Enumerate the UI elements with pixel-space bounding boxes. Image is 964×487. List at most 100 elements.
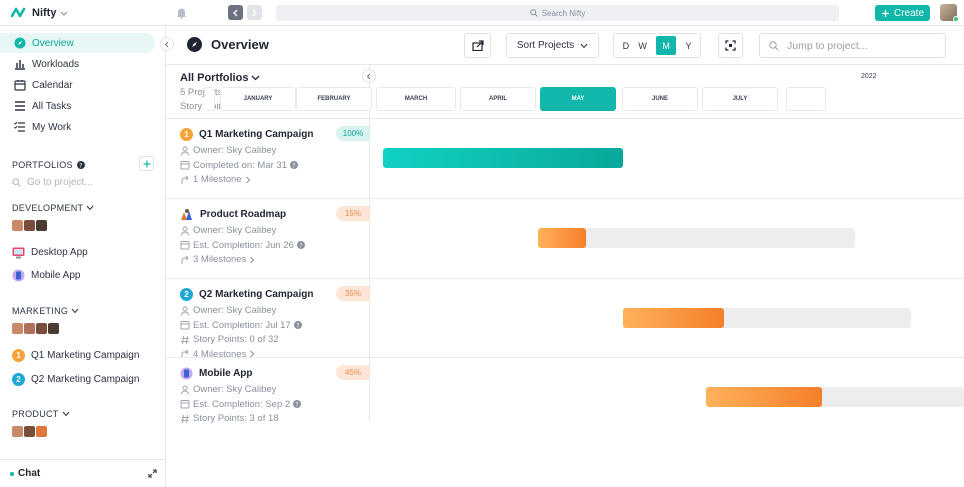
fullscreen-button[interactable] bbox=[718, 33, 743, 58]
month-next[interactable] bbox=[786, 87, 826, 111]
view-week-button[interactable]: W bbox=[638, 41, 647, 51]
project-q2-marketing-campaign[interactable]: 2 Q2 Marketing Campaign bbox=[12, 373, 139, 386]
avatar bbox=[24, 323, 35, 334]
meta-text: Owner: Sky Calibey bbox=[193, 384, 277, 395]
group-marketing-heading[interactable]: MARKETING bbox=[12, 306, 79, 316]
sidebar-item-label: Workloads bbox=[32, 58, 80, 70]
forward-button[interactable] bbox=[247, 5, 262, 20]
project-desktop-app[interactable]: Desktop App bbox=[12, 246, 88, 259]
online-status-dot bbox=[953, 16, 959, 22]
sidebar-item-workloads[interactable]: Workloads bbox=[0, 54, 155, 74]
project-meta: Owner: Sky Calibey bbox=[180, 305, 276, 316]
group-product-heading[interactable]: PRODUCT bbox=[12, 409, 70, 419]
gantt-bar-track[interactable] bbox=[538, 228, 855, 248]
add-portfolio-button[interactable] bbox=[139, 156, 154, 171]
project-name: Q1 Marketing Campaign bbox=[31, 350, 140, 361]
view-day-button[interactable]: D bbox=[623, 41, 630, 51]
milestones-link[interactable]: 1 Milestone bbox=[180, 174, 251, 185]
gantt-bar-progress[interactable] bbox=[706, 387, 823, 407]
back-button[interactable] bbox=[228, 5, 243, 20]
sidebar-item-calendar[interactable]: Calendar bbox=[0, 75, 155, 95]
chevron-down-icon bbox=[580, 43, 588, 48]
help-icon[interactable]: ? bbox=[296, 241, 305, 249]
share-icon bbox=[471, 40, 484, 51]
milestone-icon bbox=[181, 175, 189, 184]
gantt-bar-track[interactable] bbox=[623, 308, 911, 328]
meta-text: Completed on: Mar 31 bbox=[193, 159, 287, 171]
sidebar-item-overview[interactable]: Overview bbox=[0, 33, 155, 53]
svg-text:?: ? bbox=[79, 162, 83, 169]
month-january[interactable]: JANUARY bbox=[220, 87, 296, 111]
project-q1-marketing-campaign[interactable]: 1 Q1 Marketing Campaign bbox=[12, 349, 139, 362]
meta-text: Est. Completion: Jul 17 bbox=[193, 319, 291, 331]
chevron-down-icon bbox=[251, 75, 260, 81]
group-development-heading[interactable]: DEVELOPMENT bbox=[12, 203, 94, 213]
header-divider bbox=[166, 64, 964, 65]
app-switcher[interactable]: Nifty bbox=[11, 6, 68, 20]
avatar bbox=[36, 220, 47, 231]
month-april[interactable]: APRIL bbox=[460, 87, 536, 111]
month-may[interactable]: MAY bbox=[540, 87, 616, 111]
calendar-icon bbox=[180, 321, 190, 330]
gantt-bar-progress[interactable] bbox=[623, 308, 724, 328]
project-title[interactable]: 1 Q1 Marketing Campaign bbox=[180, 128, 313, 141]
create-button[interactable]: Create bbox=[875, 5, 930, 21]
project-title[interactable]: 2 Q2 Marketing Campaign bbox=[180, 288, 313, 301]
sort-projects-button[interactable]: Sort Projects bbox=[506, 33, 599, 58]
gantt-bar-progress[interactable] bbox=[383, 148, 623, 168]
collapse-list-button[interactable] bbox=[362, 69, 376, 83]
bell-icon[interactable] bbox=[176, 7, 187, 19]
project-mobile-app[interactable]: Mobile App bbox=[12, 269, 80, 282]
search-icon bbox=[530, 9, 538, 17]
project-name: Desktop App bbox=[31, 247, 88, 258]
share-button[interactable] bbox=[464, 33, 491, 58]
goto-project-input[interactable]: Go to project... bbox=[12, 177, 93, 188]
group-members-avatars[interactable] bbox=[12, 220, 48, 231]
view-month-button[interactable]: M bbox=[656, 36, 677, 55]
chevron-right-icon bbox=[245, 176, 250, 183]
chat-toggle[interactable]: Chat bbox=[10, 468, 40, 479]
progress-percent-badge: 15% bbox=[336, 206, 370, 221]
plus-icon bbox=[143, 160, 150, 167]
view-year-button[interactable]: Y bbox=[685, 41, 691, 51]
calendar-icon bbox=[180, 400, 190, 409]
month-february[interactable]: FEBRUARY bbox=[296, 87, 372, 111]
calendar-icon bbox=[180, 161, 190, 170]
help-icon[interactable]: ? bbox=[293, 321, 302, 329]
help-icon[interactable]: ? bbox=[293, 400, 302, 408]
view-switcher[interactable]: D W M Y bbox=[613, 33, 701, 58]
mobile-icon bbox=[180, 367, 193, 380]
meta-text: Est. Completion: Jun 26 bbox=[193, 239, 294, 251]
month-march[interactable]: MARCH bbox=[376, 87, 456, 111]
portfolios-heading: PORTFOLIOS ? bbox=[12, 160, 85, 170]
search-icon bbox=[769, 40, 779, 51]
sidebar-item-my-work[interactable]: My Work bbox=[0, 117, 155, 137]
portfolio-selector[interactable]: All Portfolios bbox=[180, 72, 260, 84]
month-june[interactable]: JUNE bbox=[622, 87, 698, 111]
sidebar-item-label: All Tasks bbox=[32, 100, 72, 112]
avatar bbox=[12, 220, 23, 231]
help-icon[interactable]: ? bbox=[76, 161, 85, 169]
group-members-avatars[interactable] bbox=[12, 426, 48, 437]
gantt-bar-track[interactable] bbox=[383, 148, 623, 168]
chevron-right-icon bbox=[250, 256, 255, 263]
chat-status-dot bbox=[10, 471, 14, 476]
milestones-link[interactable]: 3 Milestones bbox=[180, 254, 255, 265]
help-icon[interactable]: ? bbox=[290, 161, 298, 169]
month-prev[interactable] bbox=[205, 87, 215, 111]
meta-text: Story Points: 3 of 18 bbox=[193, 413, 279, 424]
gantt-bar-track[interactable] bbox=[706, 387, 964, 407]
project-title[interactable]: Product Roadmap bbox=[180, 208, 286, 221]
project-meta: Completed on: Mar 31? bbox=[180, 160, 298, 171]
expand-icon[interactable] bbox=[148, 469, 157, 478]
project-title[interactable]: Mobile App bbox=[180, 367, 253, 380]
jump-to-project-input[interactable]: Jump to project... bbox=[759, 33, 946, 58]
portfolio-title: All Portfolios bbox=[180, 72, 249, 84]
avatar bbox=[12, 426, 23, 437]
gantt-bar-progress[interactable] bbox=[538, 228, 586, 248]
group-members-avatars[interactable] bbox=[12, 323, 60, 334]
top-bar: Nifty Search Nifty Create bbox=[0, 0, 964, 26]
global-search-input[interactable]: Search Nifty bbox=[276, 5, 839, 21]
sidebar-item-all-tasks[interactable]: All Tasks bbox=[0, 96, 155, 116]
month-july[interactable]: JULY bbox=[702, 87, 778, 111]
